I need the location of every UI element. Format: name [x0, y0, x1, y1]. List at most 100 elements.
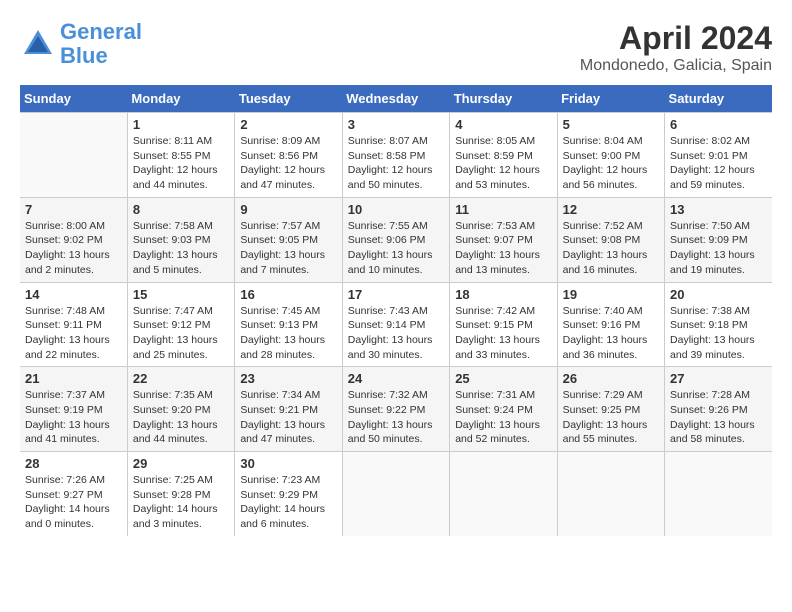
day-number: 15 [133, 287, 229, 302]
day-number: 24 [348, 371, 444, 386]
calendar-cell: 9 Sunrise: 7:57 AMSunset: 9:05 PMDaylight… [235, 197, 342, 282]
calendar-cell: 26 Sunrise: 7:29 AMSunset: 9:25 PMDayligh… [557, 367, 664, 452]
calendar-cell: 7 Sunrise: 8:00 AMSunset: 9:02 PMDaylight… [20, 197, 127, 282]
logo-line2: Blue [60, 43, 108, 68]
calendar-cell: 25Sunrise: 7:31 AMSunset: 9:24 PMDayligh… [450, 367, 557, 452]
header-cell-sunday: Sunday [20, 85, 127, 113]
day-number: 26 [563, 371, 659, 386]
calendar-cell [342, 452, 449, 536]
day-number: 30 [240, 456, 336, 471]
day-number: 22 [133, 371, 229, 386]
day-info: Sunrise: 7:40 AMSunset: 9:16 PMDaylight:… [563, 304, 659, 363]
day-number: 1 [133, 117, 229, 132]
calendar-cell [20, 113, 127, 198]
header-cell-wednesday: Wednesday [342, 85, 449, 113]
calendar-cell: 24 Sunrise: 7:32 AMSunset: 9:22 PMDayligh… [342, 367, 449, 452]
day-info: Sunrise: 7:57 AMSunset: 9:05 PMDaylight:… [240, 219, 336, 278]
day-info: Sunrise: 7:26 AMSunset: 9:27 PMDaylight:… [25, 473, 122, 532]
day-info: Sunrise: 7:35 AMSunset: 9:20 PMDaylight:… [133, 388, 229, 447]
day-number: 16 [240, 287, 336, 302]
calendar-cell: 29 Sunrise: 7:25 AMSunset: 9:28 PMDayligh… [127, 452, 234, 536]
day-number: 4 [455, 117, 551, 132]
day-info: Sunrise: 7:32 AMSunset: 9:22 PMDaylight:… [348, 388, 444, 447]
week-row-4: 28Sunrise: 7:26 AMSunset: 9:27 PMDayligh… [20, 452, 772, 536]
calendar-cell: 2 Sunrise: 8:09 AMSunset: 8:56 PMDaylight… [235, 113, 342, 198]
day-number: 9 [240, 202, 336, 217]
day-info: Sunrise: 7:58 AMSunset: 9:03 PMDaylight:… [133, 219, 229, 278]
calendar-cell: 23 Sunrise: 7:34 AMSunset: 9:21 PMDayligh… [235, 367, 342, 452]
calendar-body: 1Sunrise: 8:11 AMSunset: 8:55 PMDaylight… [20, 113, 772, 536]
day-info: Sunrise: 7:53 AMSunset: 9:07 PMDaylight:… [455, 219, 551, 278]
day-number: 12 [563, 202, 659, 217]
day-info: Sunrise: 7:23 AMSunset: 9:29 PMDaylight:… [240, 473, 336, 532]
calendar-cell: 30 Sunrise: 7:23 AMSunset: 9:29 PMDayligh… [235, 452, 342, 536]
logo: General Blue [20, 20, 142, 68]
header-cell-monday: Monday [127, 85, 234, 113]
calendar-cell: 1Sunrise: 8:11 AMSunset: 8:55 PMDaylight… [127, 113, 234, 198]
day-info: Sunrise: 7:42 AMSunset: 9:15 PMDaylight:… [455, 304, 551, 363]
day-number: 23 [240, 371, 336, 386]
calendar-cell: 8 Sunrise: 7:58 AMSunset: 9:03 PMDaylight… [127, 197, 234, 282]
calendar-cell: 20 Sunrise: 7:38 AMSunset: 9:18 PMDayligh… [665, 282, 772, 367]
day-info: Sunrise: 7:29 AMSunset: 9:25 PMDaylight:… [563, 388, 659, 447]
day-info: Sunrise: 7:52 AMSunset: 9:08 PMDaylight:… [563, 219, 659, 278]
day-number: 29 [133, 456, 229, 471]
calendar-cell: 16Sunrise: 7:45 AMSunset: 9:13 PMDayligh… [235, 282, 342, 367]
day-info: Sunrise: 8:09 AMSunset: 8:56 PMDaylight:… [240, 134, 336, 193]
day-info: Sunrise: 7:28 AMSunset: 9:26 PMDaylight:… [670, 388, 767, 447]
header-cell-thursday: Thursday [450, 85, 557, 113]
day-number: 2 [240, 117, 336, 132]
day-number: 27 [670, 371, 767, 386]
calendar-cell: 13Sunrise: 7:50 AMSunset: 9:09 PMDayligh… [665, 197, 772, 282]
calendar-cell [450, 452, 557, 536]
calendar-table: SundayMondayTuesdayWednesdayThursdayFrid… [20, 85, 772, 536]
day-info: Sunrise: 8:00 AMSunset: 9:02 PMDaylight:… [25, 219, 122, 278]
day-number: 18 [455, 287, 551, 302]
page-title: April 2024 [580, 20, 772, 57]
day-number: 17 [348, 287, 444, 302]
calendar-cell: 3Sunrise: 8:07 AMSunset: 8:58 PMDaylight… [342, 113, 449, 198]
day-number: 10 [348, 202, 444, 217]
calendar-cell [557, 452, 664, 536]
day-info: Sunrise: 7:47 AMSunset: 9:12 PMDaylight:… [133, 304, 229, 363]
calendar-cell: 11 Sunrise: 7:53 AMSunset: 9:07 PMDayligh… [450, 197, 557, 282]
header-cell-saturday: Saturday [665, 85, 772, 113]
calendar-cell: 15 Sunrise: 7:47 AMSunset: 9:12 PMDayligh… [127, 282, 234, 367]
logo-text: General Blue [60, 20, 142, 68]
header-cell-friday: Friday [557, 85, 664, 113]
day-number: 8 [133, 202, 229, 217]
day-info: Sunrise: 8:07 AMSunset: 8:58 PMDaylight:… [348, 134, 444, 193]
day-number: 20 [670, 287, 767, 302]
calendar-cell: 12 Sunrise: 7:52 AMSunset: 9:08 PMDayligh… [557, 197, 664, 282]
day-number: 11 [455, 202, 551, 217]
page-header: General Blue April 2024 Mondonedo, Galic… [20, 20, 772, 75]
header-cell-tuesday: Tuesday [235, 85, 342, 113]
day-number: 19 [563, 287, 659, 302]
calendar-cell: 22 Sunrise: 7:35 AMSunset: 9:20 PMDayligh… [127, 367, 234, 452]
logo-icon [20, 26, 56, 62]
day-info: Sunrise: 7:25 AMSunset: 9:28 PMDaylight:… [133, 473, 229, 532]
day-info: Sunrise: 7:43 AMSunset: 9:14 PMDaylight:… [348, 304, 444, 363]
calendar-cell: 27 Sunrise: 7:28 AMSunset: 9:26 PMDayligh… [665, 367, 772, 452]
day-info: Sunrise: 7:38 AMSunset: 9:18 PMDaylight:… [670, 304, 767, 363]
day-number: 21 [25, 371, 122, 386]
calendar-cell: 14Sunrise: 7:48 AMSunset: 9:11 PMDayligh… [20, 282, 127, 367]
calendar-cell: 18 Sunrise: 7:42 AMSunset: 9:15 PMDayligh… [450, 282, 557, 367]
week-row-1: 7 Sunrise: 8:00 AMSunset: 9:02 PMDaylight… [20, 197, 772, 282]
calendar-cell: 6Sunrise: 8:02 AMSunset: 9:01 PMDaylight… [665, 113, 772, 198]
logo-line1: General [60, 19, 142, 44]
day-number: 5 [563, 117, 659, 132]
day-info: Sunrise: 7:31 AMSunset: 9:24 PMDaylight:… [455, 388, 551, 447]
calendar-cell: 17 Sunrise: 7:43 AMSunset: 9:14 PMDayligh… [342, 282, 449, 367]
calendar-cell: 10 Sunrise: 7:55 AMSunset: 9:06 PMDayligh… [342, 197, 449, 282]
day-info: Sunrise: 7:34 AMSunset: 9:21 PMDaylight:… [240, 388, 336, 447]
calendar-cell [665, 452, 772, 536]
page-subtitle: Mondonedo, Galicia, Spain [580, 57, 772, 75]
day-info: Sunrise: 7:37 AMSunset: 9:19 PMDaylight:… [25, 388, 122, 447]
day-info: Sunrise: 7:55 AMSunset: 9:06 PMDaylight:… [348, 219, 444, 278]
title-block: April 2024 Mondonedo, Galicia, Spain [580, 20, 772, 75]
day-number: 7 [25, 202, 122, 217]
day-number: 6 [670, 117, 767, 132]
calendar-cell: 28Sunrise: 7:26 AMSunset: 9:27 PMDayligh… [20, 452, 127, 536]
calendar-header: SundayMondayTuesdayWednesdayThursdayFrid… [20, 85, 772, 113]
